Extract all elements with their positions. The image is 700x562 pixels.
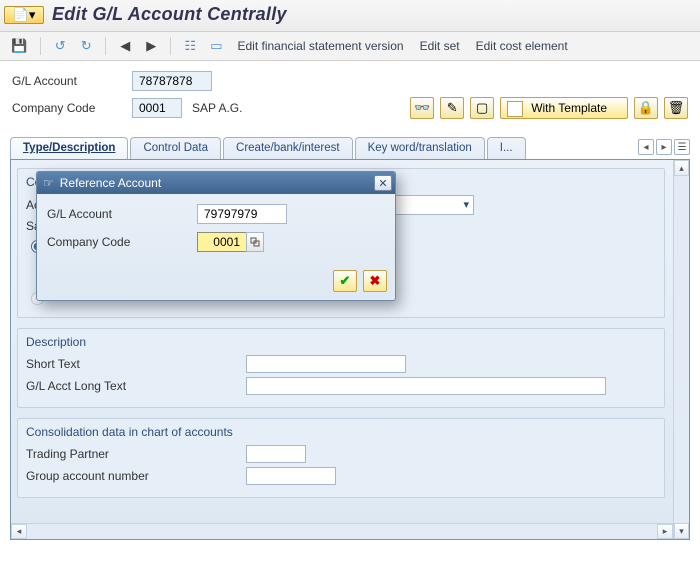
scroll-down-icon[interactable]: ▾: [674, 523, 689, 539]
section-description: Description Short Text G/L Acct Long Tex…: [17, 328, 665, 408]
tab-info[interactable]: I...: [487, 137, 526, 159]
toolbar-separator: [170, 37, 171, 55]
scroll-track[interactable]: [674, 176, 689, 523]
tab-list[interactable]: ☰: [674, 139, 690, 155]
display-button[interactable]: 👓: [410, 97, 434, 119]
reference-account-dialog: ☞ Reference Account ✕ G/L Account Compan…: [36, 171, 396, 301]
prev-button[interactable]: ◀: [114, 35, 136, 57]
with-template-button[interactable]: With Template: [500, 97, 628, 119]
scroll-track[interactable]: [27, 524, 657, 539]
structure-button[interactable]: ☷: [179, 35, 201, 57]
section-consolidation: Consolidation data in chart of accounts …: [17, 418, 665, 498]
tabstrip: Type/Description Control Data Create/ban…: [10, 137, 690, 160]
scroll-left-icon[interactable]: ◂: [11, 524, 27, 539]
group-account-label: Group account number: [26, 469, 246, 483]
edit-cost-link[interactable]: Edit cost element: [470, 39, 574, 53]
short-text-field[interactable]: [246, 355, 406, 373]
value-help-button[interactable]: [246, 232, 264, 252]
company-code-label: Company Code: [12, 101, 132, 115]
trading-partner-field[interactable]: [246, 445, 306, 463]
next-button[interactable]: ▶: [140, 35, 162, 57]
section-consolidation-title: Consolidation data in chart of accounts: [26, 425, 656, 439]
section-description-title: Description: [26, 335, 656, 349]
tab-control-data[interactable]: Control Data: [130, 137, 221, 159]
gl-account-label: G/L Account: [12, 74, 132, 88]
lock-button[interactable]: 🔒: [634, 97, 658, 119]
dialog-icon: ☞: [43, 176, 54, 190]
dialog-cancel-button[interactable]: ✖: [363, 270, 387, 292]
tab-scroll-right[interactable]: ▸: [656, 139, 672, 155]
save-button[interactable]: 💾: [6, 35, 32, 57]
dialog-cc-label: Company Code: [47, 235, 197, 249]
dialog-close-button[interactable]: ✕: [374, 175, 392, 191]
horizontal-scrollbar[interactable]: ◂ ▸: [11, 523, 673, 539]
long-text-label: G/L Acct Long Text: [26, 379, 246, 393]
app-icon: 📄▾: [4, 6, 44, 24]
dialog-buttons: ✔ ✖: [37, 266, 395, 300]
edit-set-link[interactable]: Edit set: [414, 39, 466, 53]
toolbar-separator: [40, 37, 41, 55]
dialog-titlebar[interactable]: ☞ Reference Account ✕: [37, 172, 395, 194]
scroll-up-icon[interactable]: ▴: [674, 160, 689, 176]
header-buttons: 👓 ✎ ▢ With Template 🔒 🗑: [410, 97, 688, 119]
tab-type-description[interactable]: Type/Description: [10, 137, 128, 159]
tab-key-word-translation[interactable]: Key word/translation: [355, 137, 485, 159]
undo-button[interactable]: ↺: [49, 35, 71, 57]
short-text-label: Short Text: [26, 357, 246, 371]
gl-account-field[interactable]: [132, 71, 212, 91]
dialog-body: G/L Account Company Code: [37, 194, 395, 266]
dialog-title: Reference Account: [60, 176, 374, 190]
tab-create-bank-interest[interactable]: Create/bank/interest: [223, 137, 353, 159]
overview-button[interactable]: ▭: [205, 35, 227, 57]
create-button[interactable]: ▢: [470, 97, 494, 119]
tab-scroll-left[interactable]: ◂: [638, 139, 654, 155]
toolbar-separator: [105, 37, 106, 55]
redo-button[interactable]: ↻: [75, 35, 97, 57]
toolbar: 💾 ↺ ↻ ◀ ▶ ☷ ▭ Edit financial statement v…: [0, 32, 700, 61]
scroll-right-icon[interactable]: ▸: [657, 524, 673, 539]
trading-partner-label: Trading Partner: [26, 447, 246, 461]
titlebar: 📄▾ Edit G/L Account Centrally: [0, 0, 700, 32]
group-account-field[interactable]: [246, 467, 336, 485]
header: G/L Account Company Code SAP A.G. 👓 ✎ ▢ …: [0, 61, 700, 131]
long-text-field[interactable]: [246, 377, 606, 395]
edit-fsv-link[interactable]: Edit financial statement version: [231, 39, 409, 53]
dialog-gl-field[interactable]: [197, 204, 287, 224]
company-code-desc: SAP A.G.: [192, 101, 242, 115]
company-code-field[interactable]: [132, 98, 182, 118]
dialog-ok-button[interactable]: ✔: [333, 270, 357, 292]
delete-button[interactable]: 🗑: [664, 97, 688, 119]
dialog-cc-field[interactable]: [197, 232, 247, 252]
dialog-gl-label: G/L Account: [47, 207, 197, 221]
vertical-scrollbar[interactable]: ▴ ▾: [673, 160, 689, 539]
page-title: Edit G/L Account Centrally: [52, 4, 287, 25]
tab-nav: ◂ ▸ ☰: [638, 139, 690, 159]
edit-button[interactable]: ✎: [440, 97, 464, 119]
